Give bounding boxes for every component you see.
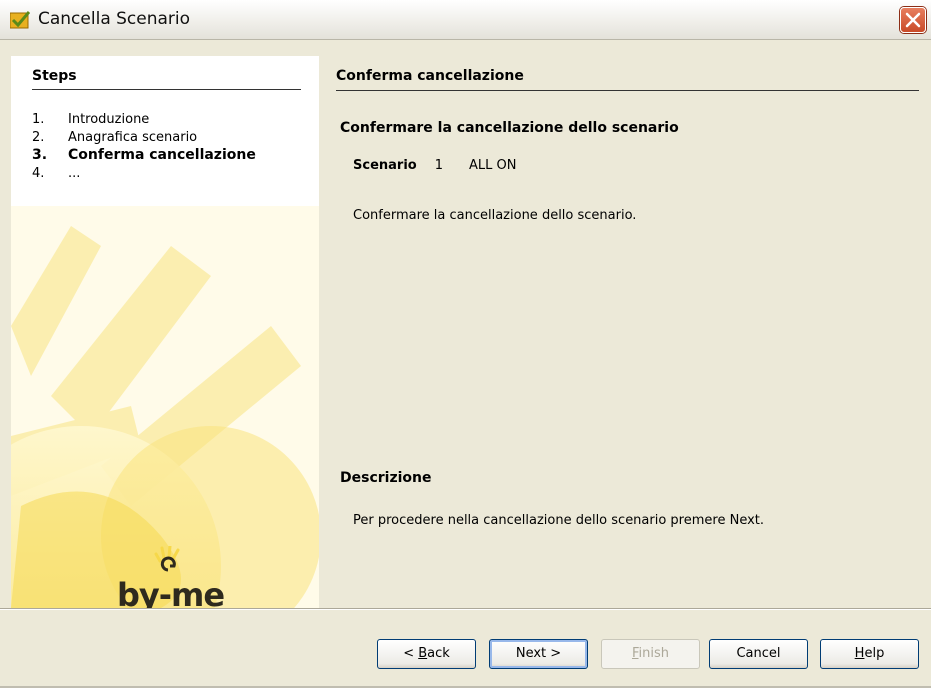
step-label: ... [68, 166, 81, 181]
step-number: 1. [32, 112, 45, 127]
scenario-row: Scenario 1 ALL ON [353, 158, 516, 173]
description-text: Per procedere nella cancellazione dello … [353, 513, 765, 528]
scenario-label: Scenario [353, 158, 417, 173]
help-button[interactable]: Help [820, 639, 919, 669]
steps-divider [32, 89, 301, 90]
help-rest: elp [864, 646, 885, 661]
byme-logo-text: by-me [117, 576, 225, 608]
back-prefix: < [403, 646, 419, 661]
next-button[interactable]: Next > [489, 639, 588, 669]
finish-button[interactable]: Finish [601, 639, 700, 669]
cancel-button[interactable]: Cancel [709, 639, 808, 669]
byme-logo-icon [154, 546, 180, 572]
back-mnemonic: B [418, 646, 428, 661]
close-icon [905, 12, 921, 28]
content-divider [336, 90, 919, 91]
confirm-message: Confermare la cancellazione dello scenar… [353, 208, 637, 223]
close-button[interactable] [900, 7, 926, 33]
step-item-3-current: 3. Conferma cancellazione [32, 147, 256, 163]
description-heading: Descrizione [340, 470, 432, 486]
content-panel: Conferma cancellazione Confermare la can… [319, 56, 921, 608]
step-item-4: 4.... [32, 166, 80, 181]
step-number: 3. [32, 147, 48, 163]
step-number: 4. [32, 166, 45, 181]
back-button[interactable]: < Back [377, 639, 476, 669]
step-label: Anagrafica scenario [68, 130, 198, 145]
back-rest: ack [427, 646, 450, 661]
step-label: Introduzione [68, 112, 150, 127]
help-mnemonic: H [854, 646, 865, 661]
button-bar-separator-highlight [0, 609, 931, 610]
step-number: 2. [32, 130, 45, 145]
scenario-number: 1 [434, 158, 443, 173]
title-bar: Cancella Scenario [0, 0, 931, 40]
window-title: Cancella Scenario [38, 9, 191, 29]
steps-panel: Steps 1. Introduzione 2. Anagrafica scenar… [11, 56, 319, 608]
finish-rest: inish [638, 646, 670, 661]
steps-heading: Steps [32, 68, 77, 84]
step-item-1: 1. Introduzione [32, 112, 149, 127]
confirm-title: Confermare la cancellazione dello scenar… [340, 120, 679, 136]
step-label: Conferma cancellazione [68, 147, 256, 163]
scenario-name: ALL ON [469, 158, 517, 173]
step-item-2: 2. Anagrafica scenario [32, 130, 197, 145]
page-title: Conferma cancellazione [336, 68, 524, 84]
app-icon [10, 11, 30, 29]
